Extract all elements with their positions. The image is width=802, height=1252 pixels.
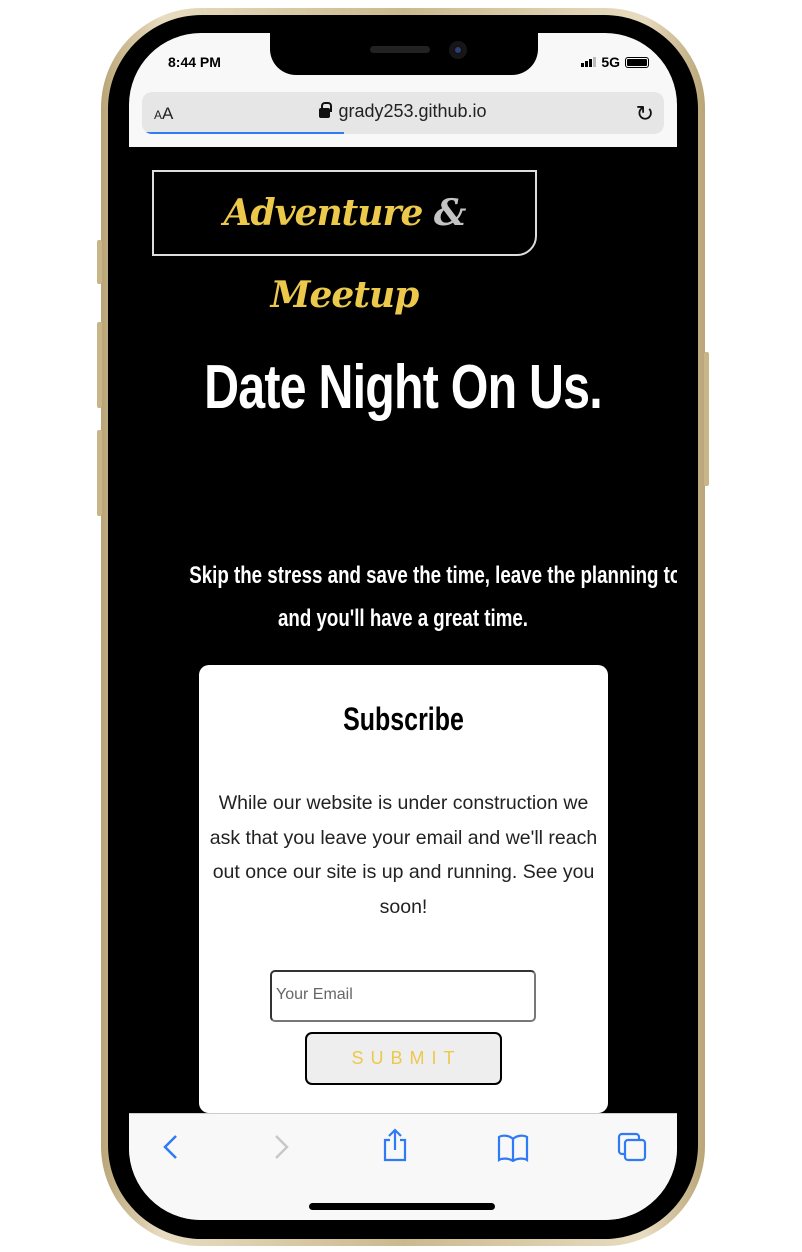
- network-label: 5G: [601, 54, 620, 70]
- signal-icon: [581, 57, 597, 67]
- phone-screen: 8:44 PM 5G AA grady253.github.io ↻ Adven…: [129, 33, 677, 1220]
- camera-icon: [449, 41, 467, 59]
- status-indicators: 5G: [581, 54, 649, 70]
- power-button: [704, 352, 709, 486]
- volume-down-button: [97, 430, 102, 516]
- forward-icon[interactable]: [271, 1132, 291, 1162]
- reload-icon[interactable]: ↻: [636, 101, 654, 127]
- subscribe-title: Subscribe: [343, 701, 464, 737]
- battery-icon: [625, 56, 649, 68]
- address-bar[interactable]: AA grady253.github.io ↻: [142, 92, 664, 134]
- email-input[interactable]: Your Email: [270, 970, 536, 1022]
- url-display[interactable]: grady253.github.io: [142, 101, 664, 122]
- logo-word-1: Adventure: [223, 192, 424, 234]
- logo-word-2: Meetup: [270, 274, 420, 316]
- bookmarks-icon[interactable]: [497, 1134, 529, 1162]
- speaker: [370, 46, 430, 53]
- web-page: Adventure & Meetup Date Night On Us. Ski…: [129, 147, 677, 1113]
- page-load-progress: [146, 132, 345, 134]
- back-icon[interactable]: [161, 1132, 181, 1162]
- tagline: Skip the stress and save the time, leave…: [189, 554, 677, 640]
- tagline-line-1: Skip the stress and save the time, leave…: [189, 562, 677, 589]
- notch: [270, 33, 538, 75]
- lock-icon: [319, 102, 333, 118]
- headline: Date Night On Us.: [204, 353, 603, 422]
- url-text: grady253.github.io: [338, 101, 487, 121]
- home-indicator[interactable]: [309, 1203, 495, 1210]
- site-logo[interactable]: Adventure & Meetup: [152, 170, 537, 316]
- submit-button[interactable]: SUBMIT: [305, 1032, 502, 1085]
- share-icon[interactable]: [382, 1128, 408, 1162]
- volume-up-button: [97, 322, 102, 408]
- subscribe-description: While our website is under construction …: [209, 792, 598, 918]
- logo-ampersand: &: [433, 192, 467, 234]
- mute-switch: [97, 240, 102, 284]
- tabs-icon[interactable]: [617, 1132, 647, 1162]
- tagline-line-2: and you'll have a great time.: [278, 605, 528, 632]
- subscribe-card: Subscribe While our website is under con…: [199, 665, 608, 1113]
- status-time: 8:44 PM: [168, 54, 221, 70]
